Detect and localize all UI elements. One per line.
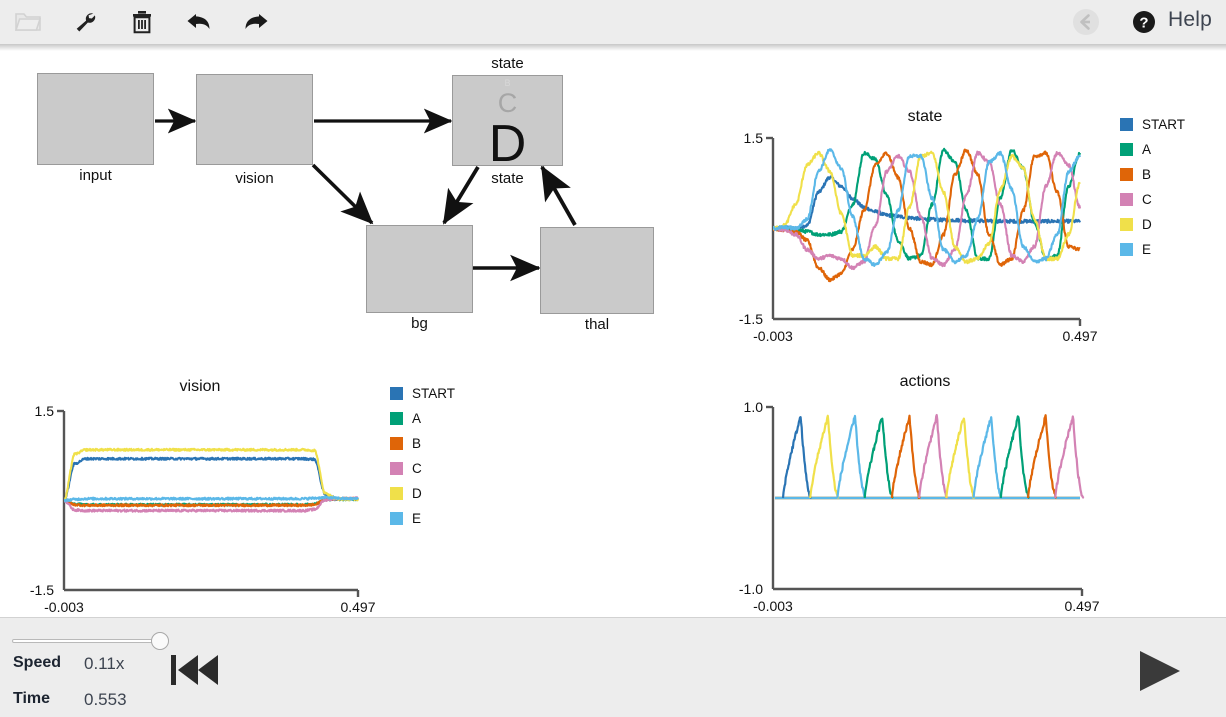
svg-text:-1.5: -1.5 bbox=[739, 311, 763, 327]
legend-label: C bbox=[412, 461, 422, 476]
diagram-node-vision[interactable] bbox=[196, 74, 313, 165]
legend-label: A bbox=[412, 411, 422, 426]
legend-label: E bbox=[1142, 242, 1152, 257]
plot-vision-legend-item-e[interactable]: E bbox=[390, 506, 455, 531]
legend-swatch-b-icon bbox=[1120, 168, 1133, 181]
plot-actions-canvas[interactable]: 1.0 -1.0-0.003 0.497 bbox=[730, 373, 1120, 613]
plot-vision-legend-item-d[interactable]: D bbox=[390, 481, 455, 506]
legend-swatch-d-icon bbox=[390, 487, 403, 500]
legend-swatch-c-icon bbox=[1120, 193, 1133, 206]
legend-swatch-b-icon bbox=[390, 437, 403, 450]
legend-label: C bbox=[1142, 192, 1152, 207]
svg-text:0.497: 0.497 bbox=[340, 599, 375, 613]
svg-text:-0.003: -0.003 bbox=[44, 599, 84, 613]
plot-vision-legend: START A B C D E bbox=[390, 381, 455, 531]
diagram-node-input-label: input bbox=[79, 167, 112, 184]
plot-state-legend-item-b[interactable]: B bbox=[1120, 162, 1185, 187]
plot-vision-legend-item-c[interactable]: C bbox=[390, 456, 455, 481]
legend-label: D bbox=[412, 486, 422, 501]
trash-icon[interactable] bbox=[126, 6, 158, 38]
toolbar: ? Help bbox=[0, 0, 1226, 44]
rewind-to-start-icon[interactable] bbox=[168, 648, 220, 692]
legend-label: A bbox=[1142, 142, 1152, 157]
help-button[interactable]: Help bbox=[1168, 8, 1212, 32]
diagram-node-state-label-bottom: state bbox=[491, 170, 524, 187]
svg-text:-1.0: -1.0 bbox=[739, 581, 763, 597]
svg-text:-1.5: -1.5 bbox=[30, 582, 54, 598]
legend-label: D bbox=[1142, 217, 1152, 232]
speed-slider-thumb[interactable] bbox=[151, 632, 169, 650]
svg-text:-0.003: -0.003 bbox=[753, 598, 793, 613]
legend-label: START bbox=[412, 386, 456, 401]
svg-text:1.5: 1.5 bbox=[35, 403, 55, 419]
diagram-node-thal-label: thal bbox=[584, 316, 610, 333]
time-label: Time bbox=[13, 690, 51, 707]
svg-text:1.0: 1.0 bbox=[744, 399, 764, 415]
plot-state-canvas[interactable]: 1.5 -1.5-0.003 0.497 bbox=[730, 108, 1120, 348]
legend-swatch-a-icon bbox=[390, 412, 403, 425]
diagram-node-vision-label: vision bbox=[235, 170, 274, 187]
legend-swatch-start-icon bbox=[1120, 118, 1133, 131]
legend-swatch-d-icon bbox=[1120, 218, 1133, 231]
redo-arrow-icon[interactable] bbox=[240, 6, 272, 38]
speed-slider[interactable] bbox=[12, 632, 169, 650]
plot-state-legend-item-a[interactable]: A bbox=[1120, 137, 1185, 162]
svg-text:?: ? bbox=[1139, 15, 1148, 32]
speed-value: 0.11x bbox=[84, 654, 125, 673]
plot-actions: actions 1.0 -1.0 -0.003 0.497 bbox=[730, 373, 1120, 613]
plot-state-legend-item-c[interactable]: C bbox=[1120, 187, 1185, 212]
help-question-icon[interactable]: ? bbox=[1128, 6, 1160, 38]
legend-label: B bbox=[1142, 167, 1152, 182]
diagram-node-state[interactable] bbox=[452, 75, 563, 166]
legend-swatch-c-icon bbox=[390, 462, 403, 475]
plot-vision-legend-item-b[interactable]: B bbox=[390, 431, 455, 456]
diagram-node-thal[interactable] bbox=[540, 227, 654, 314]
play-icon[interactable] bbox=[1130, 648, 1186, 694]
plot-state-legend-item-e[interactable]: E bbox=[1120, 237, 1185, 262]
open-folder-icon[interactable] bbox=[12, 6, 44, 38]
undo-arrow-icon[interactable] bbox=[183, 6, 215, 38]
svg-text:0.497: 0.497 bbox=[1062, 328, 1097, 344]
svg-text:0.497: 0.497 bbox=[1064, 598, 1099, 613]
toolbar-shadow bbox=[0, 44, 1226, 51]
legend-swatch-start-icon bbox=[390, 387, 403, 400]
svg-text:-0.003: -0.003 bbox=[753, 328, 793, 344]
wrench-icon[interactable] bbox=[69, 6, 101, 38]
plot-vision-legend-item-a[interactable]: A bbox=[390, 406, 455, 431]
legend-swatch-e-icon bbox=[390, 512, 403, 525]
time-value: 0.553 bbox=[84, 690, 127, 709]
plot-state-legend: START A B C D E bbox=[1120, 112, 1185, 262]
diagram-node-input[interactable] bbox=[37, 73, 154, 165]
legend-swatch-e-icon bbox=[1120, 243, 1133, 256]
speed-slider-track bbox=[12, 639, 160, 643]
simulation-gui-window: ? Help input vision state B C D state bg… bbox=[0, 0, 1226, 717]
plot-state-legend-item-start[interactable]: START bbox=[1120, 112, 1185, 137]
legend-label: E bbox=[412, 511, 422, 526]
network-diagram: input vision state B C D state bg thal bbox=[0, 51, 720, 351]
plot-vision-legend-item-start[interactable]: START bbox=[390, 381, 455, 406]
legend-swatch-a-icon bbox=[1120, 143, 1133, 156]
svg-text:1.5: 1.5 bbox=[744, 130, 764, 146]
plot-vision-canvas[interactable]: 1.5 -1.5-0.003 0.497 bbox=[20, 378, 380, 613]
plot-state: state 1.5 -1.5 -0.003 0.497 bbox=[730, 108, 1120, 348]
diagram-node-bg[interactable] bbox=[366, 225, 473, 313]
speed-label: Speed bbox=[13, 654, 62, 671]
plot-vision: vision 1.5 -1.5 -0.003 0.497 bbox=[20, 378, 380, 613]
back-arrow-icon[interactable] bbox=[1070, 6, 1102, 38]
diagram-node-state-label-top: state bbox=[491, 55, 524, 72]
plot-state-legend-item-d[interactable]: D bbox=[1120, 212, 1185, 237]
diagram-node-bg-label: bg bbox=[411, 315, 428, 332]
legend-label: B bbox=[412, 436, 422, 451]
legend-label: START bbox=[1142, 117, 1186, 132]
